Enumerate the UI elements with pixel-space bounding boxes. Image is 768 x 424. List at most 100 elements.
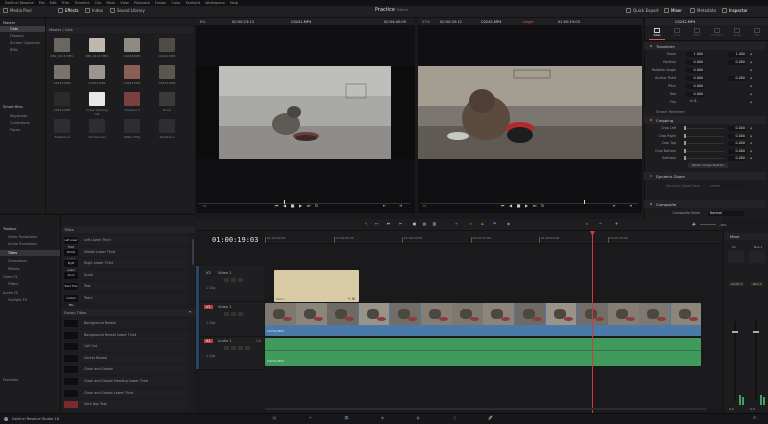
- keyframe-icon[interactable]: ◆: [750, 134, 752, 138]
- selection-tool-button[interactable]: ↖: [364, 222, 369, 226]
- crop-slider[interactable]: [684, 150, 724, 152]
- smart-reframe-section[interactable]: Smart Reframe: [644, 107, 766, 115]
- keyframe-icon[interactable]: ◆: [750, 92, 752, 96]
- auto-select-icon[interactable]: [231, 346, 236, 350]
- crop-slider[interactable]: [684, 128, 724, 129]
- transform-x-field[interactable]: 0.000: [686, 60, 704, 65]
- menu-playback[interactable]: Playback: [134, 1, 150, 5]
- keyframe-icon[interactable]: ◆: [750, 60, 752, 64]
- media-thumbnail[interactable]: [89, 119, 105, 133]
- overwrite-clip-button[interactable]: ▤: [422, 222, 427, 226]
- media-thumbnail[interactable]: [54, 65, 70, 79]
- trim-tool-button[interactable]: ⇿: [374, 222, 379, 226]
- timeline-play-button[interactable]: ▶: [524, 204, 529, 208]
- source-stop-button[interactable]: ■: [290, 204, 295, 208]
- bin-bris[interactable]: BRIs: [10, 48, 18, 52]
- edit-page-icon[interactable]: ⧉: [344, 416, 349, 420]
- quick-export-button[interactable]: Quick Export: [626, 8, 659, 13]
- index-button[interactable]: Index: [85, 8, 103, 13]
- effects-tree-item[interactable]: Audio FX: [3, 291, 18, 295]
- transform-y-field[interactable]: 1.000: [728, 52, 746, 57]
- fusion-title-item[interactable]: Call Out: [62, 342, 188, 352]
- keyframe-icon[interactable]: ◆: [750, 126, 752, 130]
- smart-bin-faces[interactable]: Faces: [10, 128, 20, 132]
- timeline-ruler[interactable]: 01:00:00:00 01:00:05:00 01:00:10:00 01:00:1…: [265, 231, 722, 244]
- snapping-button[interactable]: ⌁: [454, 222, 459, 226]
- settings-gear-icon[interactable]: ⚙: [752, 416, 757, 420]
- inspector-tab-video[interactable]: Video: [651, 34, 663, 37]
- source-play-reverse-button[interactable]: ◀: [282, 204, 287, 208]
- timeline-jump-start-button[interactable]: ⏮: [500, 204, 505, 208]
- video-clip[interactable]: C0242.MP4: [265, 303, 701, 336]
- menu-color[interactable]: Color: [171, 1, 180, 5]
- menu-fairlight[interactable]: Fairlight: [186, 1, 200, 5]
- transform-section[interactable]: Transform: [644, 42, 766, 50]
- bin-flowers[interactable]: Flowers: [10, 34, 24, 38]
- effects-tree-item[interactable]: Filters: [8, 282, 18, 286]
- timeline-jump-end-button[interactable]: ⏭: [532, 204, 537, 208]
- menu-workspace[interactable]: Workspace: [205, 1, 225, 5]
- dynamic-trim-button[interactable]: ⇹: [386, 222, 391, 226]
- media-thumbnail[interactable]: [124, 65, 140, 79]
- blade-tool-button[interactable]: ✂: [398, 222, 403, 226]
- timeline-in-button[interactable]: ⇤: [612, 204, 617, 208]
- timeline-scrollbar[interactable]: [265, 408, 707, 410]
- inspector-tab-file[interactable]: File: [751, 34, 763, 37]
- media-thumbnail[interactable]: [159, 65, 175, 79]
- inspector-tab-transition[interactable]: Transition: [711, 34, 724, 37]
- retain-image-position-button[interactable]: Retain Image Position: [688, 163, 728, 168]
- timeline-stop-button[interactable]: ■: [516, 204, 521, 208]
- volume-slider[interactable]: [700, 224, 716, 225]
- auto-select-icon[interactable]: [231, 278, 236, 282]
- crop-slider-knob[interactable]: [684, 148, 686, 153]
- menu-help[interactable]: Help: [230, 1, 238, 5]
- effects-tree-item[interactable]: Video Transitions: [8, 235, 37, 239]
- transform-y-field[interactable]: 0.000: [728, 60, 746, 65]
- inspector-tab-effect[interactable]: Effect: [691, 34, 703, 37]
- smart-bin-collections[interactable]: Collections: [10, 121, 30, 125]
- lock-icon[interactable]: [224, 346, 229, 350]
- menu-edit[interactable]: Edit: [50, 1, 57, 5]
- linked-selection-button[interactable]: ∞: [468, 222, 473, 226]
- transform-x-field[interactable]: 1.000: [686, 52, 704, 57]
- crop-value-field[interactable]: 0.000: [728, 148, 746, 154]
- fusion-page-icon[interactable]: ◈: [380, 416, 385, 420]
- fusion-title-item[interactable]: Background Reveal Lower Third: [62, 330, 188, 340]
- fusion-title-item[interactable]: Clean and Simple Heading Lower Third: [62, 377, 188, 386]
- title-effect-item[interactable]: Custom Title Text+: [62, 294, 188, 307]
- disable-video-icon[interactable]: [238, 278, 243, 282]
- keyframe-icon[interactable]: ◆: [750, 84, 752, 88]
- title-effect-item[interactable]: Middle Lower Third Middle Lower Third: [62, 247, 188, 268]
- mute-icon[interactable]: [245, 346, 250, 350]
- flip-icons[interactable]: ⇋ ⇅: [690, 99, 697, 103]
- media-thumbnail[interactable]: [159, 119, 175, 133]
- disable-video-icon[interactable]: [238, 312, 243, 316]
- crop-value-field[interactable]: 0.000: [728, 141, 746, 147]
- media-thumbnail[interactable]: [159, 38, 175, 52]
- title-effect-item[interactable]: Left Lower Third Left Lower Third: [62, 236, 188, 249]
- zoom-in-button[interactable]: +: [614, 222, 619, 226]
- zoom-fit-button[interactable]: ◂: [584, 222, 589, 226]
- effects-tree-item[interactable]: Fairlight FX: [8, 298, 27, 302]
- timeline-play-reverse-button[interactable]: ◀: [508, 204, 513, 208]
- smart-bin-keywords[interactable]: Keywords: [10, 114, 27, 118]
- position-lock-button[interactable]: ⌂: [480, 222, 485, 226]
- transform-x-field[interactable]: 0.000: [686, 76, 704, 81]
- menu-view[interactable]: View: [120, 1, 129, 5]
- effects-button[interactable]: Effects: [58, 8, 79, 13]
- source-jump-start-button[interactable]: ⏮: [274, 204, 279, 208]
- menu-app[interactable]: DaVinci Resolve: [5, 1, 34, 5]
- replace-clip-button[interactable]: ▥: [432, 222, 437, 226]
- source-out-button[interactable]: ⇥: [398, 204, 403, 208]
- fairlight-page-icon[interactable]: ♫: [452, 416, 457, 420]
- keyframe-icon[interactable]: ◆: [750, 149, 752, 153]
- lock-icon[interactable]: [224, 278, 229, 282]
- source-in-button[interactable]: ⇤: [382, 204, 387, 208]
- source-zoom[interactable]: 8%: [200, 20, 206, 24]
- media-thumbnail[interactable]: [124, 38, 140, 52]
- media-thumbnail[interactable]: [124, 92, 140, 106]
- a1-fader[interactable]: [734, 321, 736, 401]
- color-page-icon[interactable]: ◐: [416, 416, 421, 420]
- crop-slider-knob[interactable]: [684, 126, 686, 130]
- dynamic-zoom-section[interactable]: Dynamic Zoom: [644, 172, 766, 180]
